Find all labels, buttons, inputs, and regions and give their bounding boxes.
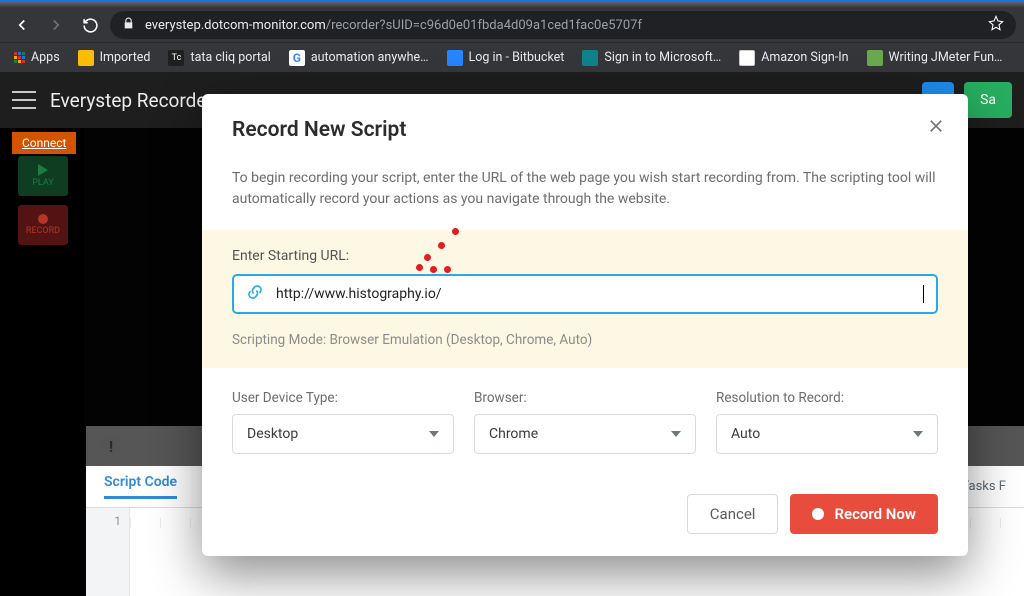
favicon-icon	[739, 50, 755, 66]
favicon-icon: Tc	[168, 50, 184, 66]
record-new-script-modal: Record New Script To begin recording you…	[202, 94, 968, 556]
bookmark-label: Imported	[100, 50, 151, 65]
lock-icon	[122, 17, 135, 34]
starting-url-input[interactable]	[276, 286, 911, 302]
url-host: everystep.dotcom-monitor.com	[145, 18, 326, 33]
chevron-down-icon	[913, 431, 923, 437]
bookmark-label: Sign in to Microsoft…	[604, 50, 721, 65]
folder-icon	[78, 50, 94, 66]
browser-select[interactable]: Chrome	[474, 414, 696, 454]
cancel-button[interactable]: Cancel	[687, 494, 779, 534]
record-button[interactable]: RECORD	[18, 205, 68, 245]
app-title: Everystep Recorder	[50, 89, 213, 112]
device-type-select[interactable]: Desktop	[232, 414, 454, 454]
reload-button[interactable]	[76, 11, 104, 39]
favicon-icon	[582, 50, 598, 66]
browser-value: Chrome	[489, 426, 538, 442]
url-label: Enter Starting URL:	[232, 248, 938, 264]
bookmark-automation[interactable]: Gautomation anywhe…	[283, 48, 435, 68]
chevron-down-icon	[429, 431, 439, 437]
bookmark-tata[interactable]: Tc tata cliq portal	[162, 48, 276, 68]
back-button[interactable]	[8, 11, 36, 39]
record-now-button[interactable]: Record Now	[790, 494, 938, 534]
play-button[interactable]: PLAY	[18, 156, 68, 196]
record-label: RECORD	[26, 226, 60, 236]
favicon-icon: G	[289, 50, 305, 66]
line-number: 1	[114, 514, 121, 528]
apps-grid-icon	[14, 52, 25, 63]
bookmark-label: Writing JMeter Fun…	[889, 50, 1003, 65]
scripting-mode-text: Scripting Mode: Browser Emulation (Deskt…	[232, 332, 938, 348]
bookmarks-bar: Apps Imported Tc tata cliq portal Gautoma…	[0, 42, 1024, 72]
apps-label: Apps	[31, 50, 60, 65]
record-now-label: Record Now	[834, 505, 916, 523]
record-dot-icon	[812, 508, 824, 520]
modal-description: To begin recording your script, enter th…	[232, 168, 938, 210]
bookmark-microsoft[interactable]: Sign in to Microsoft…	[576, 48, 727, 68]
modal-title: Record New Script	[232, 118, 938, 142]
device-type-value: Desktop	[247, 426, 298, 442]
play-label: PLAY	[32, 178, 53, 188]
browser-label: Browser:	[474, 390, 696, 406]
menu-icon[interactable]	[12, 91, 36, 109]
bookmark-label: tata cliq portal	[190, 50, 270, 65]
left-rail	[0, 128, 84, 596]
favicon-icon	[867, 50, 883, 66]
url-path: /recorder?sUID=c96d0e01fbda4d09a1ced1fac…	[326, 18, 642, 33]
forward-button[interactable]	[42, 11, 70, 39]
play-icon	[38, 164, 48, 176]
resolution-select[interactable]: Auto	[716, 414, 938, 454]
tab-script-code[interactable]: Script Code	[104, 474, 177, 499]
bookmark-jmeter[interactable]: Writing JMeter Fun…	[861, 48, 1009, 68]
chevron-down-icon	[671, 431, 681, 437]
record-icon	[38, 214, 48, 224]
bookmark-label: Log in - Bitbucket	[469, 50, 565, 65]
bookmark-imported[interactable]: Imported	[72, 48, 157, 68]
bookmark-label: automation anywhe…	[311, 50, 429, 65]
save-button[interactable]: Sa	[964, 82, 1012, 118]
line-gutter: 1	[86, 508, 130, 596]
browser-toolbar: everystep.dotcom-monitor.com/recorder?sU…	[0, 8, 1024, 42]
connect-tab[interactable]: Connect	[12, 132, 76, 154]
close-button[interactable]	[924, 114, 948, 138]
address-bar[interactable]: everystep.dotcom-monitor.com/recorder?sU…	[110, 11, 1016, 39]
text-cursor	[923, 285, 924, 303]
url-input-wrapper[interactable]	[232, 274, 938, 314]
apps-button[interactable]: Apps	[8, 48, 66, 67]
resolution-label: Resolution to Record:	[716, 390, 938, 406]
device-type-label: User Device Type:	[232, 390, 454, 406]
link-icon	[246, 283, 264, 305]
favicon-icon	[447, 50, 463, 66]
bookmark-star-icon[interactable]	[988, 15, 1004, 35]
resolution-value: Auto	[731, 426, 760, 442]
warning-icon: !	[100, 435, 122, 457]
bookmark-label: Amazon Sign-In	[761, 50, 848, 65]
bookmark-amazon[interactable]: Amazon Sign-In	[733, 48, 854, 68]
bookmark-bitbucket[interactable]: Log in - Bitbucket	[441, 48, 571, 68]
